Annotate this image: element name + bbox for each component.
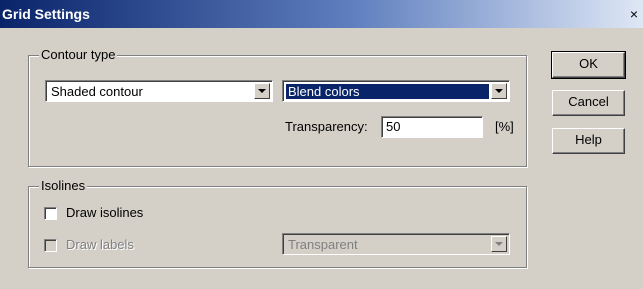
isolines-legend: Isolines xyxy=(39,178,88,194)
draw-labels-checkbox[interactable] xyxy=(44,239,57,252)
title-bar[interactable]: Grid Settings × xyxy=(0,0,643,28)
color-mode-select[interactable]: Blend colors xyxy=(282,80,510,102)
transparency-unit: [%] xyxy=(495,119,514,134)
chevron-down-icon[interactable] xyxy=(491,236,507,252)
draw-isolines-label[interactable]: Draw isolines xyxy=(66,205,143,221)
color-mode-value: Blend colors xyxy=(286,84,489,99)
contour-type-legend: Contour type xyxy=(39,47,118,63)
chevron-down-icon[interactable] xyxy=(254,83,270,99)
labels-style-select[interactable]: Transparent xyxy=(282,233,510,255)
draw-labels-label[interactable]: Draw labels xyxy=(66,237,134,253)
transparency-label: Transparency: xyxy=(285,119,368,134)
chevron-down-icon[interactable] xyxy=(491,83,507,99)
transparency-input[interactable]: 50 xyxy=(381,116,483,138)
window-title: Grid Settings xyxy=(2,6,90,22)
help-button[interactable]: Help xyxy=(552,128,625,154)
isolines-group: Isolines Draw isolines Draw labels Trans… xyxy=(28,178,527,268)
ok-button[interactable]: OK xyxy=(551,51,626,79)
labels-style-value: Transparent xyxy=(288,237,358,252)
draw-isolines-checkbox[interactable] xyxy=(44,207,57,220)
close-icon[interactable]: × xyxy=(627,7,641,21)
cancel-button[interactable]: Cancel xyxy=(552,90,625,116)
contour-type-select[interactable]: Shaded contour xyxy=(45,80,273,102)
contour-type-group: Contour type Shaded contour Blend colors… xyxy=(28,47,527,167)
contour-type-value: Shaded contour xyxy=(51,84,143,99)
